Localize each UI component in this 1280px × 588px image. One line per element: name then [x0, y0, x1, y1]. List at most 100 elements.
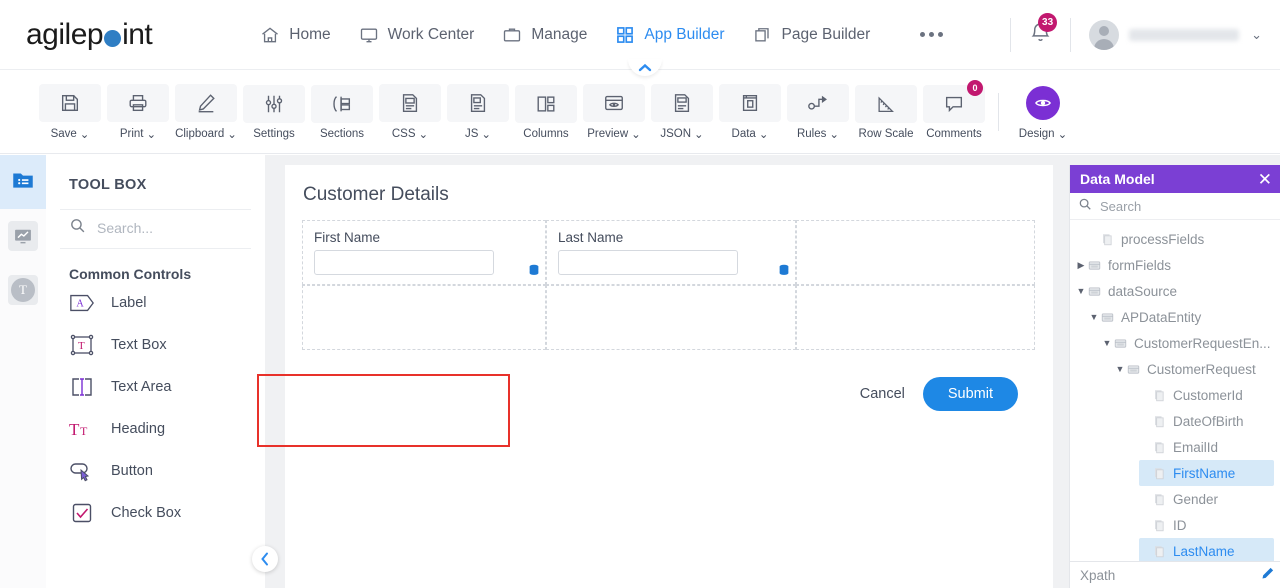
field-icon: [1153, 441, 1166, 454]
rail-item-chart[interactable]: [0, 209, 46, 263]
rail-item-theme[interactable]: T: [0, 263, 46, 317]
toolbar-js[interactable]: JS ⌄: [444, 83, 512, 141]
form-canvas: Customer Details First Name Last Name Ca…: [285, 165, 1053, 588]
toolbar-json[interactable]: JSON ⌄: [648, 83, 716, 141]
user-menu[interactable]: ⌄: [1089, 20, 1262, 50]
data-model-header: Data Model ✕: [1070, 165, 1280, 193]
data-model-node-label: Gender: [1173, 491, 1219, 507]
toolbar-data[interactable]: Data ⌄: [716, 83, 784, 141]
data-model-node[interactable]: processFields: [1087, 226, 1274, 252]
toolbox-item-button[interactable]: Button: [46, 450, 265, 492]
form-cell-last-name[interactable]: Last Name: [546, 220, 796, 285]
nav-item-app-builder[interactable]: App Builder: [615, 25, 725, 45]
data-model-node-label: formFields: [1108, 257, 1172, 273]
toolbox-item-text-area[interactable]: Text Area: [46, 366, 265, 408]
toolbar-design-label: Design ⌄: [1018, 127, 1068, 141]
data-model-search-input[interactable]: [1100, 198, 1240, 214]
chevron-down-icon: ⌄: [227, 128, 237, 141]
toolbar-design[interactable]: Design ⌄: [1009, 84, 1077, 141]
logo-dot-icon: [104, 30, 122, 47]
avatar: [1089, 20, 1120, 50]
xpath-edit-icon[interactable]: [1260, 566, 1275, 584]
chevron-down-icon[interactable]: ▼: [1074, 286, 1088, 296]
printer-icon: [107, 83, 169, 122]
eye-icon: [1026, 85, 1060, 120]
data-model-node[interactable]: CustomerId: [1139, 382, 1274, 408]
toolbox-item-heading[interactable]: TT Heading: [46, 408, 265, 450]
toolbar-css[interactable]: CSS ⌄: [376, 83, 444, 141]
toolbar-print[interactable]: Print ⌄: [104, 83, 172, 141]
toolbox-item-text-box[interactable]: T Text Box: [46, 324, 265, 366]
design-toolbar: Save ⌄ Print ⌄ Clipboard ⌄ Settings Section: [0, 71, 1280, 154]
toolbox-collapse-button[interactable]: [252, 546, 278, 572]
agilepoint-logo[interactable]: agilep int: [26, 18, 153, 52]
data-model-node[interactable]: ▼ CustomerRequest: [1113, 356, 1274, 382]
toolbox-search[interactable]: [60, 209, 251, 249]
sliders-icon: [243, 84, 305, 123]
cancel-button[interactable]: Cancel: [860, 386, 905, 402]
workspace: T TOOL BOX Common Controls A Label: [0, 155, 1280, 588]
home-icon: [260, 25, 280, 45]
toolbar-settings[interactable]: Settings: [240, 84, 308, 140]
data-model-node[interactable]: FirstName: [1139, 460, 1274, 486]
data-binding-icon[interactable]: [777, 263, 791, 282]
data-model-node[interactable]: ID: [1139, 512, 1274, 538]
toolbar-preview[interactable]: Preview ⌄: [580, 83, 648, 141]
toolbar-comments[interactable]: 0 Comments: [920, 79, 988, 140]
toolbar-rules[interactable]: Rules ⌄: [784, 83, 852, 141]
rail-item-toolbox[interactable]: [0, 155, 46, 209]
data-model-node[interactable]: ▶ formFields: [1074, 252, 1274, 278]
folder-node-icon: [1088, 259, 1101, 272]
nav-item-home-label: Home: [289, 25, 331, 43]
toolbox-item-heading-text: Heading: [111, 421, 166, 437]
first-name-input[interactable]: [314, 250, 494, 275]
form-cell-empty-4[interactable]: [796, 285, 1035, 350]
nav-item-page-builder[interactable]: Page Builder: [753, 25, 870, 45]
book-icon: [719, 83, 781, 122]
form-cell-empty-2[interactable]: [302, 285, 546, 350]
data-model-node[interactable]: ▼ dataSource: [1074, 278, 1274, 304]
data-model-node[interactable]: EmailId: [1139, 434, 1274, 460]
toolbar-columns[interactable]: Columns: [512, 84, 580, 140]
last-name-input[interactable]: [558, 250, 738, 275]
form-cell-first-name[interactable]: First Name: [302, 220, 546, 285]
chevron-down-icon: ⌄: [79, 128, 90, 141]
chart-rail-icon: [8, 221, 38, 251]
form-cell-empty-3[interactable]: [546, 285, 796, 350]
data-model-node[interactable]: ▼ CustomerRequestEn...: [1100, 330, 1274, 356]
toolbar-sections[interactable]: Sections: [308, 84, 376, 140]
chevron-down-icon[interactable]: ▼: [1113, 364, 1127, 374]
data-model-node[interactable]: Gender: [1139, 486, 1274, 512]
chevron-down-icon: ⌄: [1057, 128, 1068, 141]
chevron-down-icon[interactable]: ▼: [1100, 338, 1114, 348]
field-icon: [1153, 519, 1166, 532]
form-row-2: [302, 285, 1036, 350]
data-model-node-label: DateOfBirth: [1173, 413, 1244, 429]
svg-text:A: A: [76, 299, 84, 310]
chevron-right-icon[interactable]: ▶: [1074, 260, 1088, 271]
css-file-icon: [379, 83, 441, 122]
eye-window-icon: [583, 83, 645, 122]
toolbox-item-label[interactable]: A Label: [46, 282, 265, 324]
toolbar-row-scale[interactable]: Row Scale: [852, 84, 920, 140]
notification-badge: 33: [1038, 13, 1058, 32]
toolbar-clipboard[interactable]: Clipboard ⌄: [172, 83, 240, 141]
chevron-down-icon[interactable]: ▼: [1087, 312, 1101, 322]
toolbar-save[interactable]: Save ⌄: [36, 83, 104, 141]
nav-more-button[interactable]: [920, 32, 944, 37]
toolbox-search-input[interactable]: [97, 220, 237, 236]
data-model-node-label: CustomerRequestEn...: [1134, 335, 1271, 351]
data-model-node[interactable]: DateOfBirth: [1139, 408, 1274, 434]
notifications-button[interactable]: 33: [1029, 13, 1058, 49]
submit-button[interactable]: Submit: [922, 377, 1018, 411]
close-icon[interactable]: ✕: [1258, 171, 1272, 188]
nav-item-work-center[interactable]: Work Center: [359, 25, 474, 45]
data-binding-icon[interactable]: [527, 263, 541, 282]
nav-item-manage[interactable]: Manage: [502, 25, 587, 45]
toolbox-item-check-box[interactable]: Check Box: [46, 492, 265, 534]
data-model-search[interactable]: [1070, 193, 1280, 220]
data-model-node[interactable]: ▼ APDataEntity: [1087, 304, 1274, 330]
toolbox-item-check-box-text: Check Box: [111, 505, 182, 521]
nav-item-home[interactable]: Home: [260, 25, 331, 45]
form-cell-empty-1[interactable]: [796, 220, 1035, 285]
